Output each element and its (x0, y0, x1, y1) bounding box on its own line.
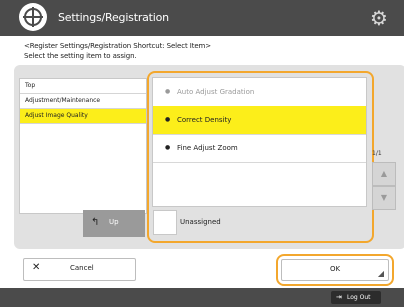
title-bar: Settings/Registration ⚙ (0, 0, 404, 36)
bullet-icon: ● (165, 88, 171, 95)
scroll-up-button[interactable]: ▲ (372, 162, 396, 186)
status-bar: ⇥ Log Out (0, 288, 404, 307)
logout-label: Log Out (347, 294, 371, 301)
option-auto-adjust-gradation: ● Auto Adjust Gradation (153, 78, 366, 107)
ok-button-focus-frame: OK ◢ (276, 254, 394, 286)
up-button-label: Up (109, 218, 119, 226)
corner-arrow-icon: ◢ (377, 269, 384, 278)
breadcrumb-list: Top Adjustment/Maintenance Adjust Image … (19, 78, 147, 214)
unassigned-checkbox[interactable] (153, 210, 177, 235)
page-indicator: 1/1 (372, 150, 382, 157)
unassigned-label: Unassigned (180, 218, 221, 226)
option-label: Auto Adjust Gradation (177, 88, 255, 96)
list-item-adjust-image-quality[interactable]: Adjust Image Quality (20, 109, 146, 124)
option-label: Fine Adjust Zoom (177, 144, 238, 152)
scroll-down-button[interactable]: ▼ (372, 186, 396, 210)
bullet-icon: ● (165, 144, 171, 151)
logout-icon: ⇥ (336, 293, 342, 301)
option-correct-density[interactable]: ● Correct Density (153, 106, 366, 135)
ok-button[interactable]: OK ◢ (281, 259, 389, 281)
unassigned-option[interactable]: Unassigned (152, 209, 365, 235)
ok-label: OK (329, 265, 341, 273)
gear-icon[interactable]: ⚙ (368, 7, 390, 29)
instruction-heading: <Register Settings/Registration Shortcut… (24, 42, 212, 50)
settings-home-button[interactable] (19, 3, 47, 31)
bullet-icon: ● (165, 116, 171, 123)
close-icon: ✕ (32, 262, 41, 273)
cancel-label: Cancel (70, 264, 94, 272)
option-fine-adjust-zoom[interactable]: ● Fine Adjust Zoom (153, 134, 366, 163)
list-item-adjustment-maintenance[interactable]: Adjustment/Maintenance (20, 94, 146, 109)
logout-button[interactable]: ⇥ Log Out (331, 291, 381, 304)
up-button[interactable]: ↰ Up (83, 210, 145, 237)
cancel-button[interactable]: ✕ Cancel (23, 258, 136, 281)
option-label: Correct Density (177, 116, 232, 124)
setting-options-list: ● Auto Adjust Gradation ● Correct Densit… (152, 77, 367, 207)
list-item-top[interactable]: Top (20, 79, 146, 94)
settings-registration-icon (23, 7, 43, 27)
instruction-text: Select the setting item to assign. (24, 52, 137, 60)
up-level-icon: ↰ (91, 217, 100, 228)
page-title: Settings/Registration (58, 11, 169, 24)
